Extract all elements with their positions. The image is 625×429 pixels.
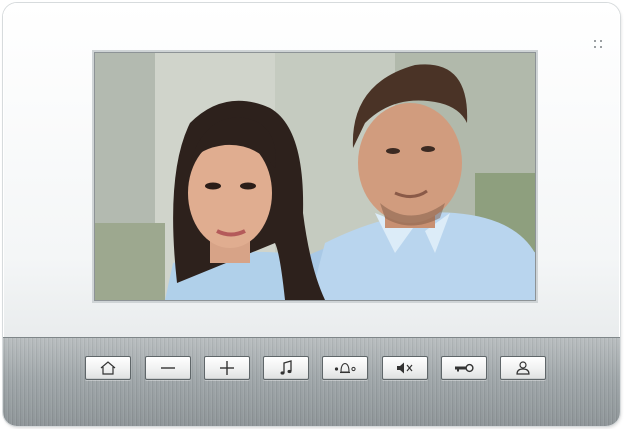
mute-button[interactable] (382, 356, 428, 380)
key-icon (455, 363, 474, 373)
user-icon (516, 361, 530, 375)
minus-icon (161, 367, 175, 369)
talk-button[interactable] (500, 356, 546, 380)
volume-down-button[interactable] (145, 356, 191, 380)
mute-icon (397, 362, 413, 374)
ringtone-button[interactable] (263, 356, 309, 380)
video-screen (94, 52, 536, 301)
music-note-icon (280, 360, 292, 375)
plus-icon (220, 361, 234, 375)
doorbell-icon (334, 362, 356, 374)
unlock-button[interactable] (441, 356, 487, 380)
camera-image (95, 53, 535, 300)
home-button[interactable] (85, 356, 131, 380)
control-panel (3, 337, 620, 426)
volume-up-button[interactable] (204, 356, 250, 380)
home-icon (100, 361, 116, 375)
intercom-monitor (3, 3, 620, 426)
doorbell-button[interactable] (322, 356, 368, 380)
microphone-holes (594, 40, 606, 52)
